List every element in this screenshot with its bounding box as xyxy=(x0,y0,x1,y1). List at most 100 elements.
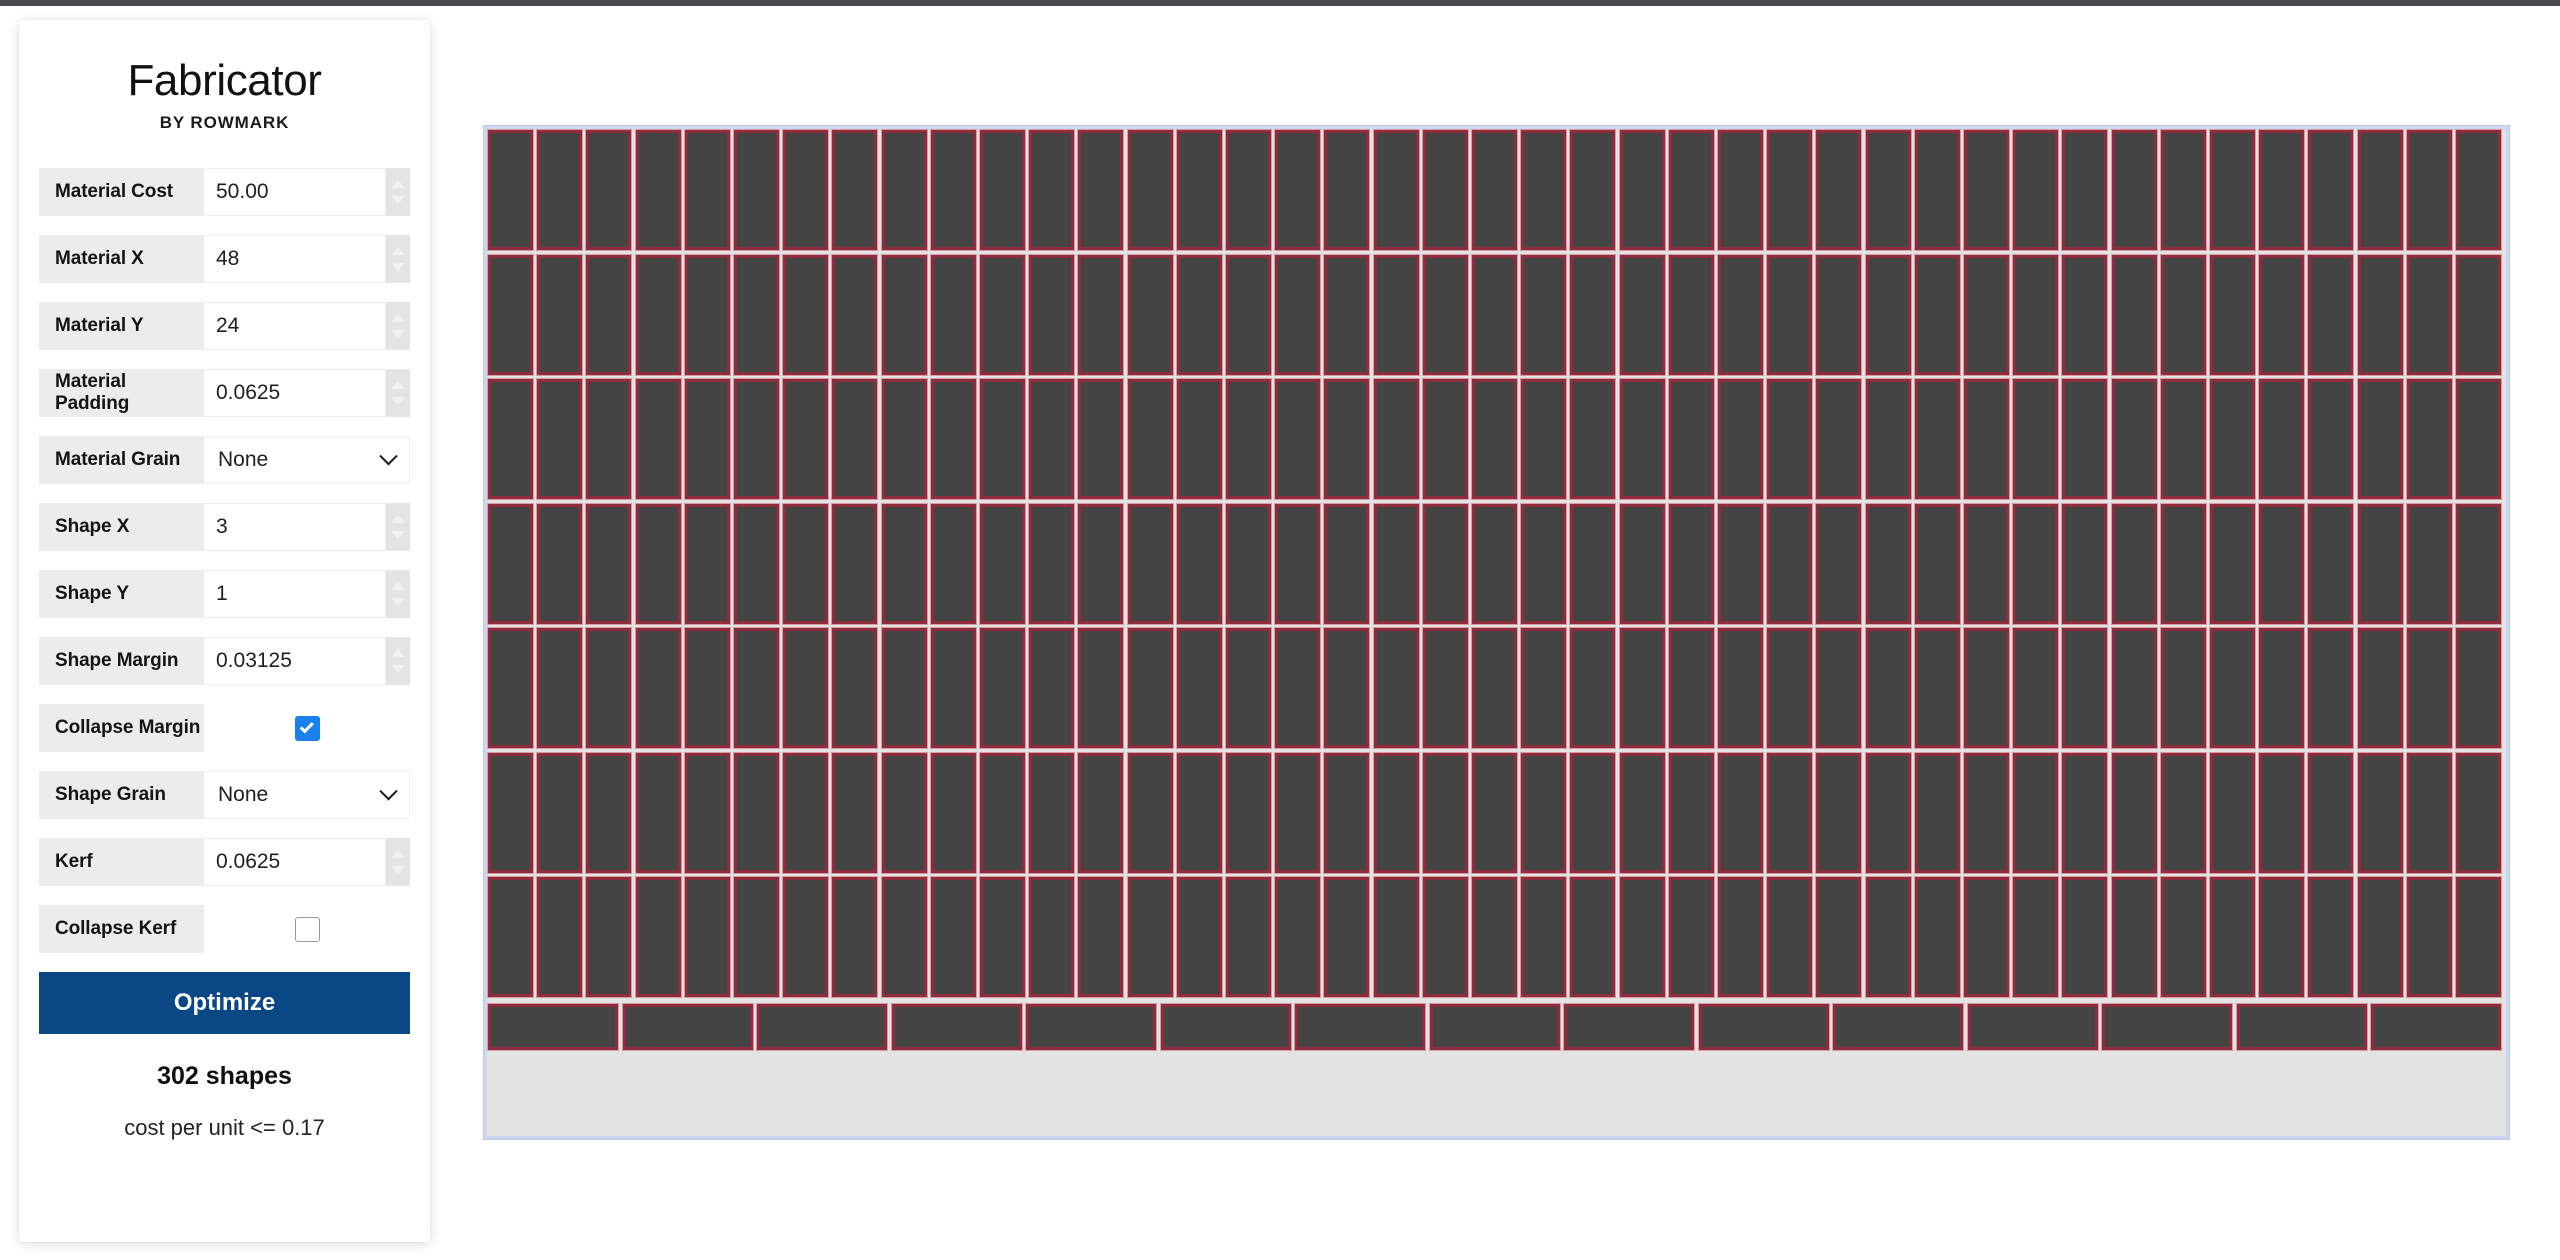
nested-shape xyxy=(831,502,879,625)
nested-shape xyxy=(1028,502,1076,625)
number-stepper[interactable] xyxy=(386,369,410,418)
stepper-down-icon[interactable] xyxy=(391,531,405,540)
nested-shape xyxy=(2061,627,2109,749)
nested-shape xyxy=(2159,627,2207,749)
nested-shape xyxy=(1028,751,1076,874)
nested-shape xyxy=(782,129,830,251)
field-row: Material Y 24 xyxy=(39,302,410,351)
number-stepper[interactable] xyxy=(386,838,410,887)
stepper-up-icon[interactable] xyxy=(391,247,405,256)
nested-shape xyxy=(831,876,879,998)
nested-shape xyxy=(1569,502,1617,625)
stepper-down-icon[interactable] xyxy=(391,598,405,607)
nested-shape xyxy=(1717,751,1764,874)
optimize-button[interactable]: Optimize xyxy=(39,972,410,1035)
stepper-up-icon[interactable] xyxy=(391,515,405,524)
nested-shape xyxy=(1471,378,1518,500)
nested-shape xyxy=(2209,253,2256,376)
nested-shape xyxy=(2110,378,2158,500)
nested-shape xyxy=(1225,627,1272,749)
select-dropdown[interactable]: None xyxy=(204,436,410,485)
nested-shape xyxy=(1175,378,1223,500)
nested-shape xyxy=(2356,129,2404,251)
nested-shape xyxy=(2110,502,2158,625)
field-row: Material Grain None xyxy=(39,436,410,485)
stepper-up-icon[interactable] xyxy=(391,582,405,591)
nested-shape xyxy=(1618,751,1666,874)
field-label: Shape Grain xyxy=(39,771,204,820)
number-input[interactable]: 1 xyxy=(204,570,386,619)
number-input[interactable]: 3 xyxy=(204,503,386,552)
select-dropdown[interactable]: None xyxy=(204,771,410,820)
nested-shape xyxy=(2455,502,2502,625)
nested-shape xyxy=(1372,876,1420,998)
nested-shape xyxy=(2209,876,2256,998)
stepper-up-icon[interactable] xyxy=(391,314,405,323)
field-label: Material Y xyxy=(39,302,204,351)
nested-shape xyxy=(1963,876,2010,998)
stepper-down-icon[interactable] xyxy=(391,330,405,339)
nested-shape xyxy=(1028,627,1076,749)
nested-shape xyxy=(929,751,977,874)
nested-shape xyxy=(929,253,977,376)
number-stepper[interactable] xyxy=(386,503,410,552)
nested-shape xyxy=(2159,253,2207,376)
stepper-down-icon[interactable] xyxy=(391,665,405,674)
nested-shape-rotated xyxy=(1697,1002,1830,1051)
number-stepper[interactable] xyxy=(386,302,410,351)
nested-shape xyxy=(1077,502,1125,625)
nested-shape xyxy=(2405,502,2453,625)
number-input[interactable]: 0.0625 xyxy=(204,838,386,887)
stepper-down-icon[interactable] xyxy=(391,866,405,875)
nested-shape xyxy=(2455,751,2502,874)
stepper-down-icon[interactable] xyxy=(391,196,405,205)
nested-shape-rotated xyxy=(1966,1002,2099,1051)
nested-shape xyxy=(1028,876,1076,998)
nested-shape xyxy=(1717,129,1764,251)
nested-shape xyxy=(2061,253,2109,376)
number-input[interactable]: 24 xyxy=(204,302,386,351)
stepper-down-icon[interactable] xyxy=(391,397,405,406)
nested-shape xyxy=(634,253,682,376)
nested-shape xyxy=(2307,502,2355,625)
stepper-up-icon[interactable] xyxy=(391,649,405,658)
nested-shape xyxy=(2258,378,2306,500)
number-stepper[interactable] xyxy=(386,235,410,284)
checkbox[interactable] xyxy=(294,916,320,942)
nested-shape xyxy=(1717,253,1764,376)
nested-shape xyxy=(1225,129,1272,251)
number-stepper[interactable] xyxy=(386,637,410,686)
number-stepper[interactable] xyxy=(386,570,410,619)
nested-shape-rotated xyxy=(487,1002,619,1051)
results-summary: 302 shapes cost per unit <= 0.17 xyxy=(19,1062,430,1141)
nested-shape xyxy=(1864,627,1912,749)
stepper-up-icon[interactable] xyxy=(391,850,405,859)
checkbox-cell xyxy=(204,704,410,753)
stepper-down-icon[interactable] xyxy=(391,263,405,272)
nested-shape xyxy=(2110,129,2158,251)
nested-shape xyxy=(1864,378,1912,500)
field-control: 0.0625 xyxy=(204,369,410,418)
nested-shape xyxy=(2356,627,2404,749)
field-control: 0.0625 xyxy=(204,838,410,887)
nested-shape xyxy=(979,751,1026,874)
number-input[interactable]: 0.0625 xyxy=(204,369,386,418)
nested-shape xyxy=(1274,253,1322,376)
checkbox[interactable] xyxy=(294,715,320,741)
number-stepper[interactable] xyxy=(386,168,410,217)
nesting-canvas[interactable] xyxy=(483,125,2510,1140)
field-row: Material Padding 0.0625 xyxy=(39,369,410,418)
number-input[interactable]: 50.00 xyxy=(204,168,386,217)
nested-shape xyxy=(2405,876,2453,998)
stepper-up-icon[interactable] xyxy=(391,180,405,189)
nested-shape xyxy=(1618,502,1666,625)
nested-shape xyxy=(2159,502,2207,625)
number-input[interactable]: 0.03125 xyxy=(204,637,386,686)
field-control: None xyxy=(204,771,410,820)
nested-shape xyxy=(1963,378,2010,500)
number-input[interactable]: 48 xyxy=(204,235,386,284)
nested-shape xyxy=(585,253,633,376)
stepper-up-icon[interactable] xyxy=(391,381,405,390)
nested-shape xyxy=(1913,378,1961,500)
nested-shape xyxy=(2159,378,2207,500)
